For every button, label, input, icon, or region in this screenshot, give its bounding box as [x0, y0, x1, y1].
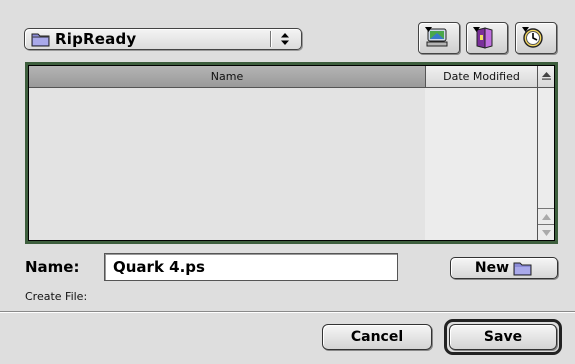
column-headers: Name Date Modified — [29, 66, 537, 88]
scroll-down-button[interactable] — [538, 224, 554, 240]
button-separator — [0, 311, 575, 312]
shortcuts-button[interactable] — [418, 22, 460, 54]
new-folder-icon — [513, 262, 532, 275]
scroll-up-button[interactable] — [538, 208, 554, 224]
column-header-date-modified[interactable]: Date Modified — [426, 66, 537, 88]
file-list[interactable]: Name Date Modified — [25, 62, 558, 244]
dropdown-triangle-icon — [473, 27, 480, 32]
folder-icon — [31, 33, 50, 47]
name-field-label: Name: — [25, 258, 80, 276]
sort-order-icon — [541, 72, 551, 80]
cancel-button[interactable]: Cancel — [322, 324, 432, 350]
sort-order-button[interactable] — [537, 66, 554, 88]
folder-popup-menu[interactable]: RipReady — [24, 28, 302, 50]
current-folder-label: RipReady — [55, 30, 137, 48]
updown-arrows-icon — [281, 33, 289, 45]
date-modified-column — [425, 88, 537, 240]
new-button-label: New — [474, 260, 510, 276]
save-button[interactable]: Save — [449, 324, 557, 350]
dropdown-triangle-icon — [522, 27, 529, 32]
dropdown-triangle-icon — [425, 27, 432, 32]
popup-divider — [270, 31, 271, 47]
recent-button[interactable] — [515, 22, 557, 54]
new-folder-button[interactable]: New — [450, 257, 558, 279]
file-list-body: Name Date Modified — [28, 65, 555, 241]
create-file-label: Create File: — [25, 290, 88, 303]
save-dialog: RipReady Name Date Modified Name: Quark … — [0, 0, 575, 364]
name-column — [29, 88, 425, 240]
scroll-up-arrow-icon — [541, 213, 551, 220]
favorites-button[interactable] — [466, 22, 508, 54]
scroll-down-arrow-icon — [541, 229, 551, 236]
file-name-input[interactable] — [104, 253, 398, 281]
column-header-name[interactable]: Name — [29, 66, 426, 88]
vertical-scrollbar[interactable] — [537, 88, 554, 240]
